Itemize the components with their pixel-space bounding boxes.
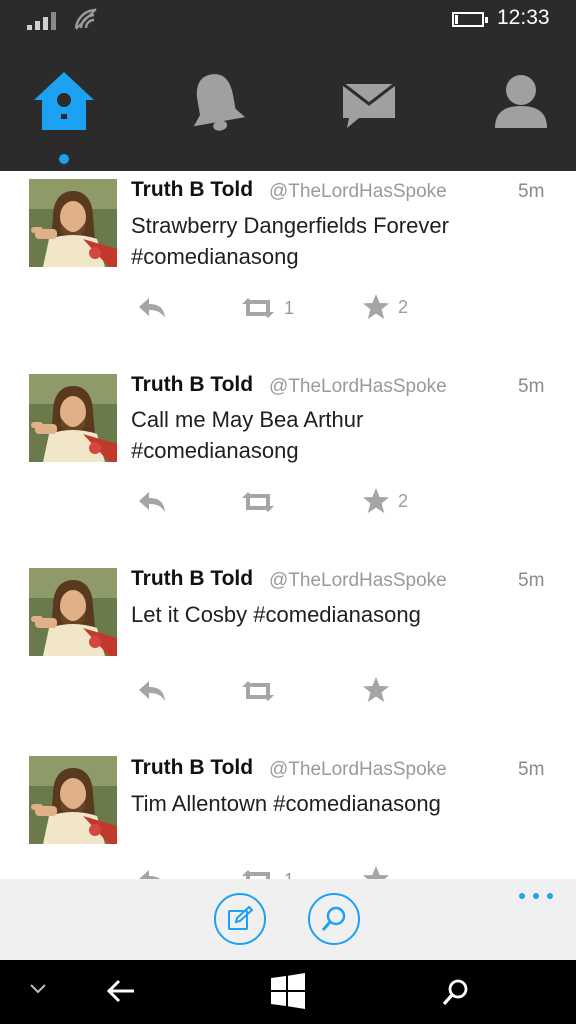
favorite-button[interactable]: 2 [362, 486, 408, 516]
star-icon [363, 488, 389, 513]
compose-button[interactable] [214, 893, 266, 945]
reply-button[interactable] [137, 293, 167, 323]
avatar[interactable] [29, 374, 117, 462]
tweet-card[interactable]: Truth B Told @TheLordHasSpoke 5m Call me… [0, 365, 576, 545]
windows-start-button[interactable] [270, 973, 306, 1009]
chevron-down-icon[interactable] [28, 982, 48, 996]
windows-logo-icon [271, 973, 305, 1009]
more-options-button[interactable] [519, 891, 553, 901]
tweet-time: 5m [518, 181, 545, 202]
retweet-button[interactable] [240, 487, 284, 517]
system-search-button[interactable] [440, 977, 470, 1007]
tweet-handle[interactable]: @TheLordHasSpoke [269, 570, 447, 592]
tweet-text: Tim Allentown #comedianasong [131, 788, 531, 819]
tweet-author[interactable]: Truth B Told [131, 373, 253, 397]
tweet-handle[interactable]: @TheLordHasSpoke [269, 181, 447, 203]
retweet-count: 1 [284, 297, 295, 318]
system-navigation-bar [0, 960, 576, 1024]
favorite-button[interactable] [362, 864, 398, 879]
retweet-button[interactable]: 1 [240, 865, 294, 879]
person-icon [495, 75, 547, 128]
tweet-handle[interactable]: @TheLordHasSpoke [269, 759, 447, 781]
reply-button[interactable] [137, 487, 167, 517]
favorite-button[interactable] [362, 675, 398, 705]
tweet-text-line: Let it Cosby #comedianasong [131, 602, 421, 627]
tweet-text: Strawberry Dangerfields Forever #comedia… [131, 210, 531, 272]
tweet-text: Let it Cosby #comedianasong [131, 599, 531, 630]
compose-icon [228, 905, 254, 930]
tab-profile[interactable] [476, 70, 566, 160]
tweet-card[interactable]: Truth B Told @TheLordHasSpoke 5m Tim All… [0, 748, 576, 879]
bell-icon [193, 74, 246, 131]
active-tab-indicator [59, 154, 69, 164]
tab-home[interactable] [19, 70, 109, 160]
tweet-author[interactable]: Truth B Told [131, 567, 253, 591]
top-navigation [0, 40, 576, 171]
avatar[interactable] [29, 179, 117, 267]
tweet-text: Call me May Bea Arthur #comedianasong [131, 404, 531, 466]
search-icon [442, 979, 468, 1006]
back-button[interactable] [106, 978, 136, 1004]
reply-button[interactable] [137, 676, 167, 706]
tab-notifications[interactable] [171, 70, 261, 160]
tweet-author[interactable]: Truth B Told [131, 178, 253, 202]
retweet-count: 1 [284, 870, 294, 880]
reply-icon [139, 870, 161, 879]
favorite-button[interactable]: 2 [362, 292, 408, 322]
status-time: 12:33 [497, 6, 550, 29]
tweet-hashtag[interactable]: #comedianasong [131, 241, 531, 272]
wifi-icon [74, 8, 97, 30]
search-button[interactable] [308, 893, 360, 945]
tweet-text-line: Strawberry Dangerfields Forever [131, 213, 449, 238]
star-icon [363, 866, 389, 879]
reply-icon [139, 492, 165, 512]
back-arrow-icon [106, 979, 134, 1003]
reply-button[interactable] [137, 865, 167, 879]
timeline[interactable]: Truth B Told @TheLordHasSpoke 5m Strawbe… [0, 171, 576, 879]
retweet-icon [242, 298, 274, 318]
star-icon [363, 294, 389, 319]
status-bar: 12:33 [0, 0, 576, 40]
tweet-card[interactable]: Truth B Told @TheLordHasSpoke 5m Strawbe… [0, 171, 576, 351]
avatar[interactable] [29, 756, 117, 844]
retweet-button[interactable]: 1 [240, 293, 294, 323]
search-icon [321, 906, 346, 931]
tweet-text-line: Call me May Bea Arthur [131, 407, 364, 432]
battery-icon [452, 12, 488, 27]
envelope-icon [342, 82, 396, 128]
retweet-icon [242, 681, 274, 701]
tweet-card[interactable]: Truth B Told @TheLordHasSpoke 5m Let it … [0, 560, 576, 730]
tweet-hashtag[interactable]: #comedianasong [131, 435, 531, 466]
signal-icon [27, 8, 61, 30]
star-icon [363, 677, 389, 702]
tweet-handle[interactable]: @TheLordHasSpoke [269, 376, 447, 398]
tweet-text-line: Tim Allentown #comedianasong [131, 791, 441, 816]
retweet-button[interactable] [240, 676, 284, 706]
tweet-time: 5m [518, 376, 545, 397]
app-bar [0, 879, 576, 960]
retweet-icon [242, 492, 274, 512]
avatar[interactable] [29, 568, 117, 656]
reply-icon [139, 298, 165, 318]
tab-messages[interactable] [324, 70, 414, 160]
tweet-time: 5m [518, 570, 545, 591]
reply-icon [139, 681, 165, 701]
birdhouse-icon [34, 72, 94, 130]
favorite-count: 2 [398, 490, 409, 511]
favorite-count: 2 [398, 296, 409, 317]
retweet-icon [242, 870, 270, 879]
tweet-author[interactable]: Truth B Told [131, 756, 253, 780]
tweet-time: 5m [518, 759, 545, 780]
